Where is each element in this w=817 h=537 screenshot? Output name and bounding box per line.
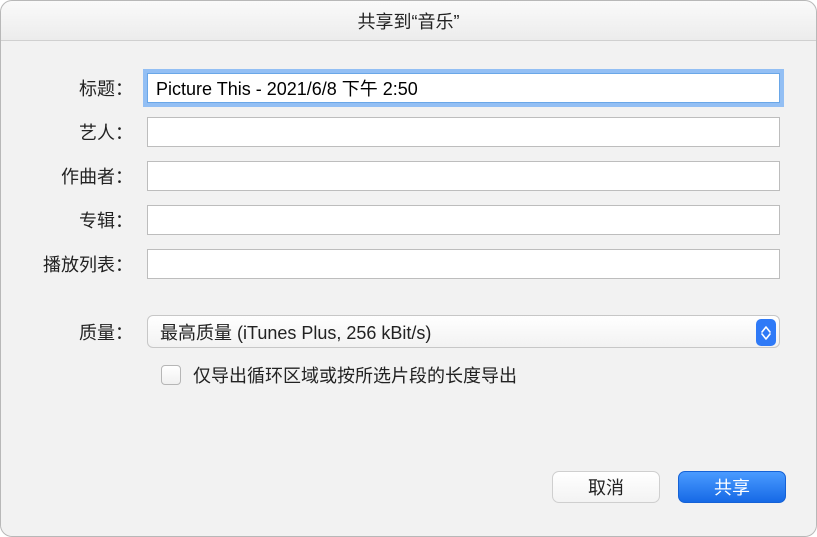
field-quality: 最高质量 (iTunes Plus, 256 kBit/s): [147, 315, 780, 348]
quality-select[interactable]: 最高质量 (iTunes Plus, 256 kBit/s): [147, 315, 780, 348]
dialog-footer: 取消 共享: [1, 454, 816, 536]
dialog-content: 标题： 艺人： 作曲者： 专辑： 播放列表：: [1, 41, 816, 454]
title-input[interactable]: [147, 73, 780, 103]
field-album: [147, 205, 780, 235]
row-export-loop: 仅导出循环区域或按所选片段的长度导出: [37, 362, 780, 388]
spacer: [37, 293, 780, 315]
export-loop-label: 仅导出循环区域或按所选片段的长度导出: [193, 362, 517, 388]
label-title: 标题：: [37, 75, 147, 101]
updown-arrows-icon: [756, 319, 776, 346]
window-title: 共享到“音乐”: [358, 8, 460, 34]
field-title: [147, 73, 780, 103]
titlebar: 共享到“音乐”: [1, 1, 816, 41]
export-loop-checkbox[interactable]: [161, 365, 181, 385]
playlist-input[interactable]: [147, 249, 780, 279]
cancel-button[interactable]: 取消: [552, 471, 660, 503]
artist-input[interactable]: [147, 117, 780, 147]
share-button-label: 共享: [714, 474, 750, 500]
row-artist: 艺人：: [37, 117, 780, 147]
row-composer: 作曲者：: [37, 161, 780, 191]
label-playlist: 播放列表：: [37, 251, 147, 277]
field-playlist: [147, 249, 780, 279]
label-album: 专辑：: [37, 207, 147, 233]
row-quality: 质量： 最高质量 (iTunes Plus, 256 kBit/s): [37, 315, 780, 348]
label-composer: 作曲者：: [37, 163, 147, 189]
share-button[interactable]: 共享: [678, 471, 786, 503]
share-to-music-dialog: 共享到“音乐” 标题： 艺人： 作曲者： 专辑：: [0, 0, 817, 537]
album-input[interactable]: [147, 205, 780, 235]
row-album: 专辑：: [37, 205, 780, 235]
row-title: 标题：: [37, 73, 780, 103]
field-composer: [147, 161, 780, 191]
label-quality: 质量：: [37, 319, 147, 345]
cancel-button-label: 取消: [588, 474, 624, 500]
label-artist: 艺人：: [37, 119, 147, 145]
composer-input[interactable]: [147, 161, 780, 191]
row-playlist: 播放列表：: [37, 249, 780, 279]
field-artist: [147, 117, 780, 147]
quality-selected-value: 最高质量 (iTunes Plus, 256 kBit/s): [160, 319, 431, 345]
